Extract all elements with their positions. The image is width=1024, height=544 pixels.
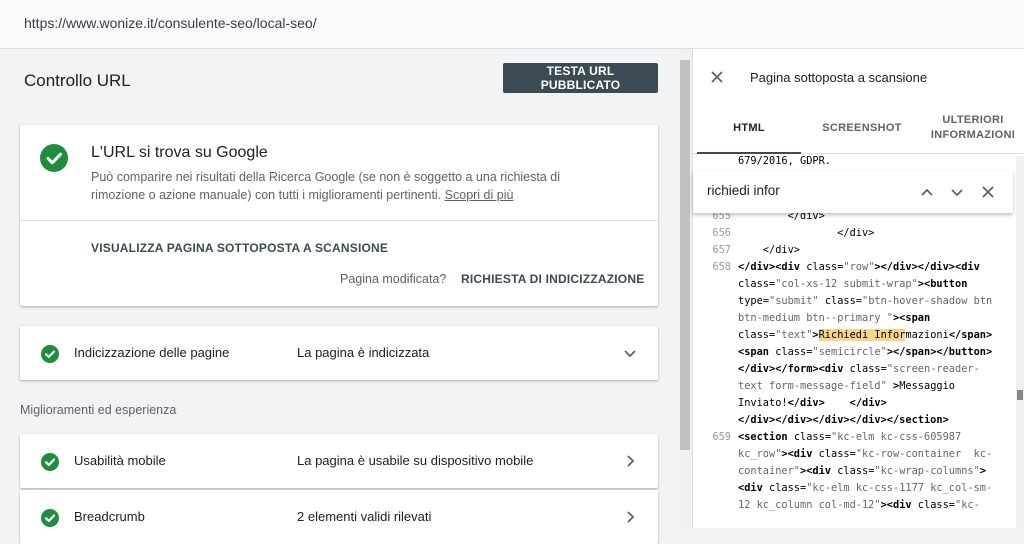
- mobile-usability-row[interactable]: Usabilità mobile La pagina è usabile su …: [20, 434, 658, 488]
- close-icon[interactable]: [980, 184, 996, 200]
- source-search-bar: richiedi infor: [693, 171, 1013, 213]
- view-crawled-page-button[interactable]: VISUALIZZA PAGINA SOTTOPOSTA A SCANSIONE: [91, 241, 388, 255]
- status-description: Può comparire nei risultati della Ricerc…: [91, 170, 561, 202]
- source-scrollbar-track[interactable]: [1016, 156, 1024, 528]
- inspected-url[interactable]: https://www.wonize.it/consulente-seo/loc…: [24, 15, 317, 31]
- check-circle-icon: [41, 509, 59, 527]
- breadcrumb-row[interactable]: Breadcrumb 2 elementi validi rilevati: [20, 490, 658, 544]
- request-indexing-button[interactable]: RICHIESTA DI INDICIZZAZIONE: [461, 272, 644, 286]
- breadcrumb-value: 2 elementi validi rilevati: [297, 509, 432, 524]
- mobile-usability-label: Usabilità mobile: [74, 453, 166, 468]
- tab-more-info-line2: INFORMAZIONI: [930, 129, 1016, 141]
- arrow-up-icon[interactable]: [919, 184, 935, 200]
- test-live-url-button[interactable]: TESTA URL PUBBLICATO: [503, 63, 658, 93]
- breadcrumb-label: Breadcrumb: [74, 509, 145, 524]
- page-modified-label: Pagina modificata?: [340, 272, 447, 286]
- crawled-page-panel: Pagina sottoposta a scansione HTML SCREE…: [692, 49, 1024, 528]
- panel-title: Pagina sottoposta a scansione: [750, 70, 928, 85]
- divider: [20, 220, 658, 221]
- tab-more-info[interactable]: ULTERIORI INFORMAZIONI: [921, 103, 1024, 153]
- status-title: L'URL si trova su Google: [91, 144, 268, 161]
- panel-tabs: HTML SCREENSHOT ULTERIORI INFORMAZIONI: [693, 103, 1024, 154]
- mobile-usability-value: La pagina è usabile su dispositivo mobil…: [297, 453, 534, 468]
- source-search-input[interactable]: richiedi infor: [707, 183, 780, 198]
- main-scrollbar-thumb[interactable]: [680, 60, 690, 450]
- indexing-row[interactable]: Indicizzazione delle pagine La pagina è …: [20, 326, 658, 380]
- check-circle-icon: [41, 453, 59, 471]
- indexing-label: Indicizzazione delle pagine: [74, 345, 230, 360]
- chevron-right-icon[interactable]: [622, 453, 638, 469]
- learn-more-link[interactable]: Scopri di più: [445, 188, 514, 202]
- tab-more-info-line1: ULTERIORI: [942, 114, 1004, 126]
- indexing-value: La pagina è indicizzata: [297, 345, 430, 360]
- check-circle-icon: [40, 144, 68, 172]
- close-icon[interactable]: [709, 69, 725, 85]
- check-circle-icon: [41, 345, 59, 363]
- tab-html[interactable]: HTML: [697, 103, 801, 153]
- chevron-down-icon[interactable]: [622, 345, 638, 361]
- arrow-down-icon[interactable]: [949, 184, 965, 200]
- tab-screenshot[interactable]: SCREENSHOT: [805, 103, 919, 153]
- page-title: Controllo URL: [24, 71, 131, 90]
- address-bar: https://www.wonize.it/consulente-seo/loc…: [0, 0, 1024, 49]
- source-scrollbar-thumb[interactable]: [1017, 390, 1023, 400]
- chevron-right-icon[interactable]: [622, 509, 638, 525]
- main-pane: Controllo URL TESTA URL PUBBLICATO L'URL…: [0, 49, 678, 544]
- status-card: L'URL si trova su Google Può comparire n…: [20, 125, 658, 306]
- enhancements-header: Miglioramenti ed esperienza: [20, 403, 177, 417]
